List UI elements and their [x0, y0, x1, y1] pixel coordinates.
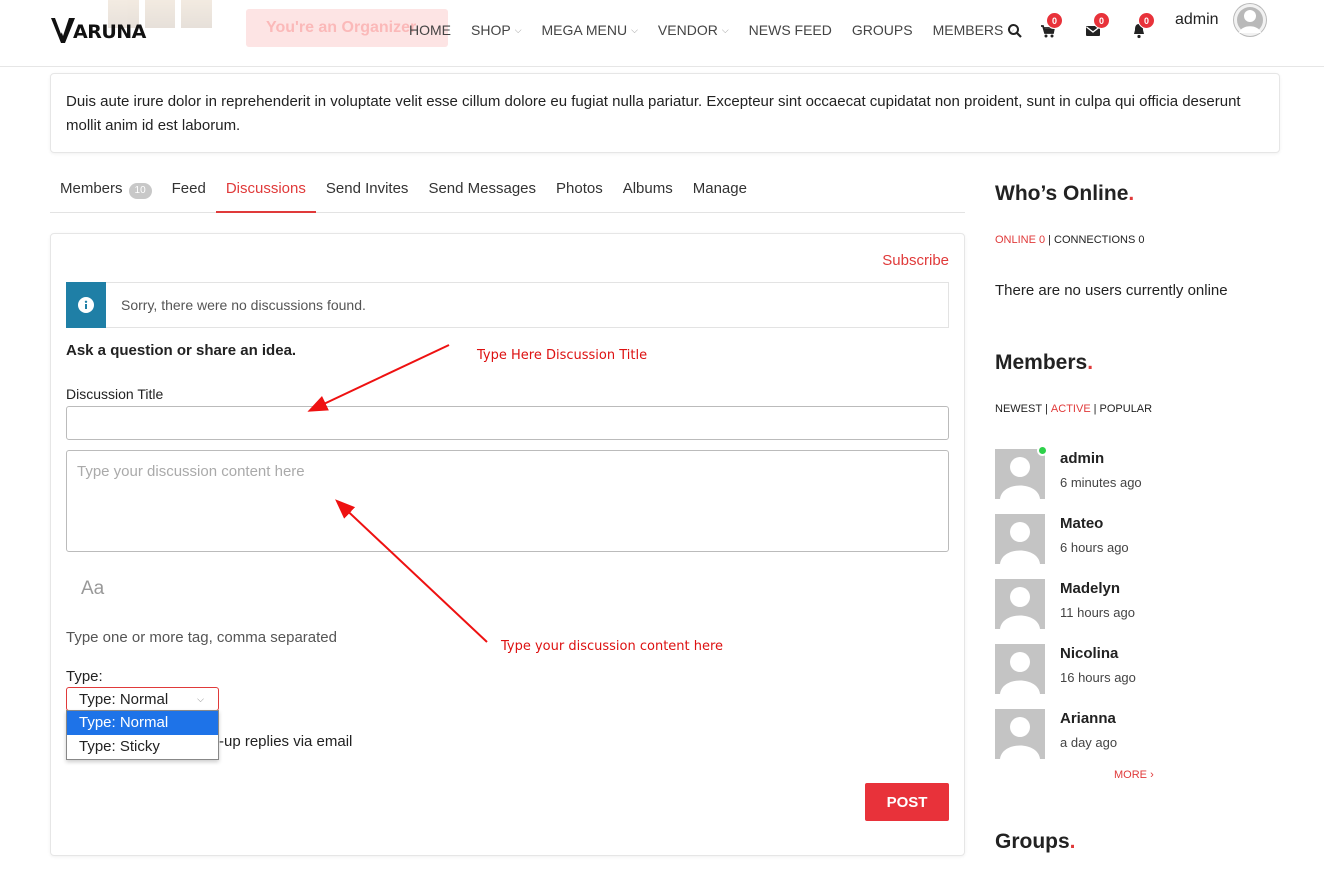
chevron-down-icon: ⌵ [721, 24, 729, 35]
info-icon [66, 282, 106, 328]
avatar-silhouette-icon [1000, 522, 1040, 564]
messages-count-badge: 0 [1093, 12, 1110, 29]
member-avatar[interactable] [995, 579, 1045, 629]
notify-replies-label[interactable]: -up replies via email [219, 733, 352, 750]
tab-manage[interactable]: Manage [683, 172, 757, 213]
notice-text: Sorry, there were no discussions found. [121, 297, 366, 313]
avatar-silhouette-icon [1234, 4, 1266, 36]
avatar-silhouette-icon [1000, 717, 1040, 759]
nav-home[interactable]: HOME [409, 22, 451, 38]
text-format-icon[interactable]: Aa [81, 578, 104, 600]
tab-photos[interactable]: Photos [546, 172, 613, 213]
member-last-active: 6 hours ago [1060, 540, 1129, 555]
online-filter[interactable]: ONLINE 0 [995, 234, 1045, 246]
nav-news-feed[interactable]: NEWS FEED [749, 22, 832, 38]
tab-albums[interactable]: Albums [613, 172, 683, 213]
type-dropdown-list: Type: Normal Type: Sticky [66, 710, 219, 760]
member-last-active: 6 minutes ago [1060, 475, 1142, 490]
ask-heading: Ask a question or share an idea. [66, 342, 297, 359]
member-name[interactable]: Arianna [1060, 710, 1116, 727]
member-avatar[interactable] [995, 514, 1045, 564]
type-select[interactable]: Type: Normal ⌵ [66, 687, 219, 711]
type-option-sticky[interactable]: Type: Sticky [67, 735, 218, 759]
member-item[interactable]: Arianna a day ago [995, 709, 1275, 761]
cart-count-badge: 0 [1046, 12, 1063, 29]
member-item[interactable]: Mateo 6 hours ago [995, 514, 1275, 566]
user-avatar[interactable] [1233, 3, 1267, 37]
tags-input[interactable]: Type one or more tag, comma separated [66, 629, 337, 646]
member-name[interactable]: admin [1060, 450, 1104, 467]
nav-members[interactable]: MEMBERS ⌵ [933, 22, 1015, 38]
avatar-silhouette-icon [1000, 587, 1040, 629]
groups-widget-title: Groups. [995, 830, 1076, 853]
site-header: ARUNA You're an Organizer HOME SHOP ⌵ MEG… [0, 0, 1324, 67]
member-avatar[interactable] [995, 449, 1045, 499]
member-last-active: 11 hours ago [1060, 605, 1135, 620]
member-item[interactable]: Nicolina 16 hours ago [995, 644, 1275, 696]
tab-members[interactable]: Members 10 [50, 172, 162, 213]
member-name[interactable]: Mateo [1060, 515, 1103, 532]
member-last-active: a day ago [1060, 735, 1118, 750]
title-annotation: Type Here Discussion Title [477, 348, 648, 363]
nav-groups[interactable]: GROUPS [852, 22, 913, 38]
member-avatar[interactable] [995, 644, 1045, 694]
members-widget-title: Members. [995, 351, 1094, 374]
nav-shop[interactable]: SHOP ⌵ [471, 22, 522, 38]
user-name[interactable]: admin [1175, 11, 1219, 29]
member-last-active: 16 hours ago [1060, 670, 1136, 685]
group-tabs: Members 10 Feed Discussions Send Invites … [50, 172, 965, 213]
nav-mega-menu[interactable]: MEGA MENU ⌵ [542, 22, 638, 38]
avatar-silhouette-icon [1000, 457, 1040, 499]
discussion-title-label: Discussion Title [66, 386, 164, 402]
tab-send-invites[interactable]: Send Invites [316, 172, 419, 213]
logo-text: ARUNA [73, 21, 146, 43]
more-members-link[interactable]: MORE › [1114, 769, 1154, 781]
search-icon[interactable] [1007, 23, 1023, 39]
chevron-down-icon: ⌵ [514, 24, 522, 35]
members-filters: NEWEST | ACTIVE | POPULAR [995, 403, 1153, 415]
member-name[interactable]: Nicolina [1060, 645, 1118, 662]
chevron-right-icon: › [1150, 769, 1154, 781]
whos-online-title: Who’s Online. [995, 182, 1135, 205]
subscribe-link[interactable]: Subscribe [882, 252, 949, 269]
no-users-online-text: There are no users currently online [995, 282, 1228, 299]
members-count-badge: 10 [128, 183, 152, 199]
type-label: Type: [66, 668, 103, 685]
whos-online-filters: ONLINE 0 | CONNECTIONS 0 [995, 234, 1145, 246]
tab-feed[interactable]: Feed [162, 172, 216, 213]
member-item[interactable]: admin 6 minutes ago [995, 445, 1275, 501]
discussion-title-input[interactable] [66, 406, 949, 440]
online-status-dot [1037, 445, 1048, 456]
discussions-panel: Subscribe Sorry, there were no discussio… [50, 233, 965, 856]
notifications-count-badge: 0 [1138, 12, 1155, 29]
discussion-content-textarea[interactable] [66, 450, 949, 552]
avatar-silhouette-icon [1000, 652, 1040, 694]
filter-popular[interactable]: POPULAR [1100, 403, 1153, 415]
chevron-down-icon: ⌵ [197, 693, 204, 704]
member-item[interactable]: Madelyn 11 hours ago [995, 579, 1275, 631]
site-logo[interactable]: ARUNA [50, 16, 146, 44]
tab-send-messages[interactable]: Send Messages [418, 172, 546, 213]
main-nav: HOME SHOP ⌵ MEGA MENU ⌵ VENDOR ⌵ NEWS FEED … [409, 22, 1034, 38]
member-name[interactable]: Madelyn [1060, 580, 1120, 597]
nav-vendor[interactable]: VENDOR ⌵ [658, 22, 729, 38]
filter-active[interactable]: ACTIVE [1051, 403, 1091, 415]
no-discussions-notice: Sorry, there were no discussions found. [66, 282, 949, 328]
chevron-down-icon: ⌵ [631, 24, 638, 35]
group-description: Duis aute irure dolor in reprehenderit i… [50, 73, 1280, 153]
post-button[interactable]: POST [865, 783, 949, 821]
tab-discussions[interactable]: Discussions [215, 172, 316, 213]
content-annotation: Type your discussion content here [501, 639, 724, 654]
member-avatar[interactable] [995, 709, 1045, 759]
connections-filter[interactable]: CONNECTIONS 0 [1054, 234, 1144, 246]
type-option-normal[interactable]: Type: Normal [67, 711, 218, 735]
filter-newest[interactable]: NEWEST [995, 403, 1042, 415]
